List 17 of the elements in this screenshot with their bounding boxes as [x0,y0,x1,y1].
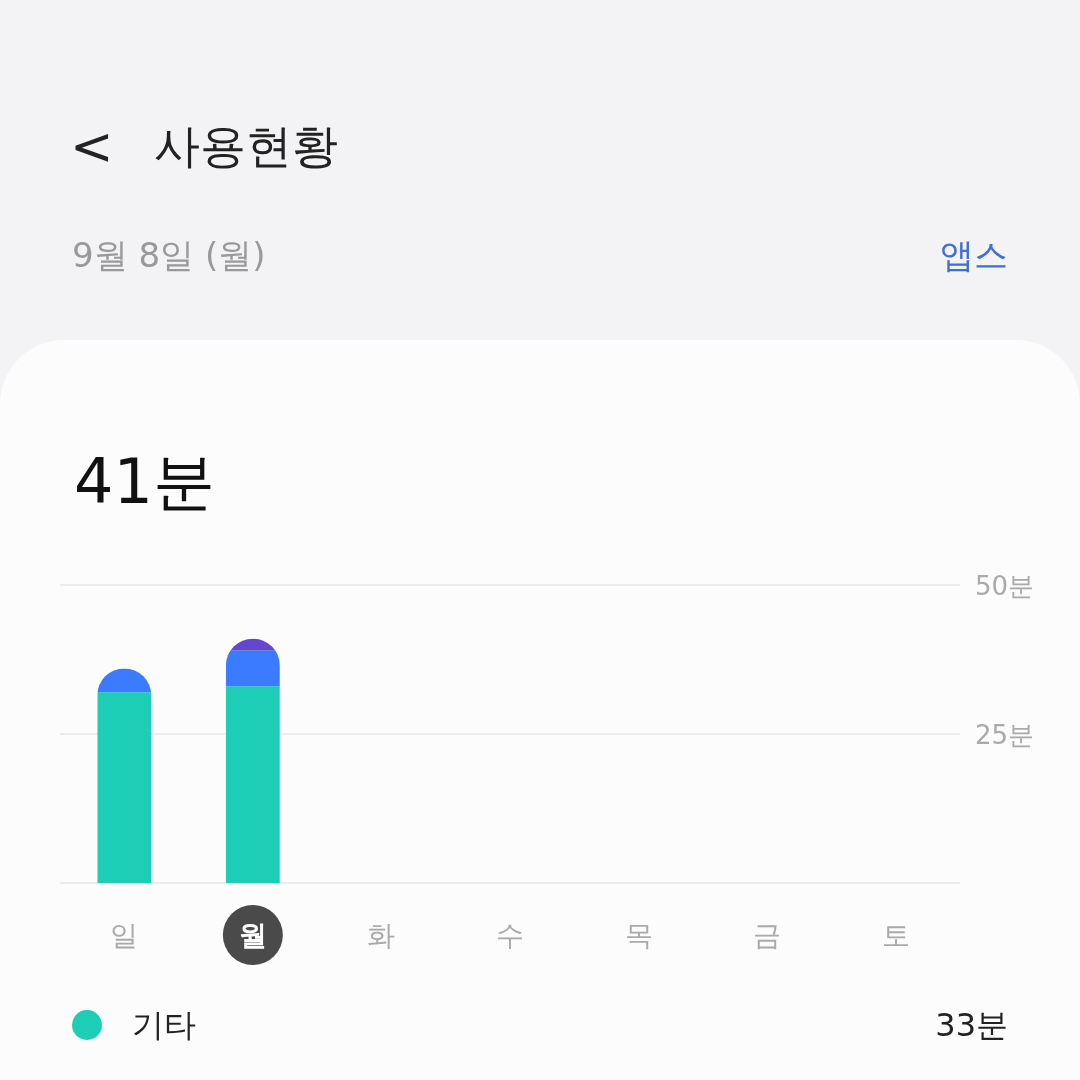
back-button[interactable]: < [70,120,114,172]
day-label[interactable]: 금 [753,919,782,952]
total-time: 41분 [74,445,215,518]
date-label: 9월 8일 (월) [72,233,266,277]
page-title: 사용현황 [153,117,338,175]
day-label[interactable]: 월 [222,905,283,965]
day-label[interactable]: 수 [496,919,524,952]
axis-label: 50분 [975,571,1035,601]
day-label[interactable]: 화 [367,919,396,952]
x-tick-label: 월 [238,919,267,952]
day-label[interactable]: 토 [881,919,910,952]
day-label[interactable]: 목 [624,919,653,952]
legend-value: 33분 [935,1005,1008,1046]
legend-label: 기타 [132,1005,196,1046]
day-label[interactable]: 일 [110,919,139,952]
axis-label: 25분 [975,720,1035,750]
apps-link[interactable]: 앱스 [940,229,1008,281]
